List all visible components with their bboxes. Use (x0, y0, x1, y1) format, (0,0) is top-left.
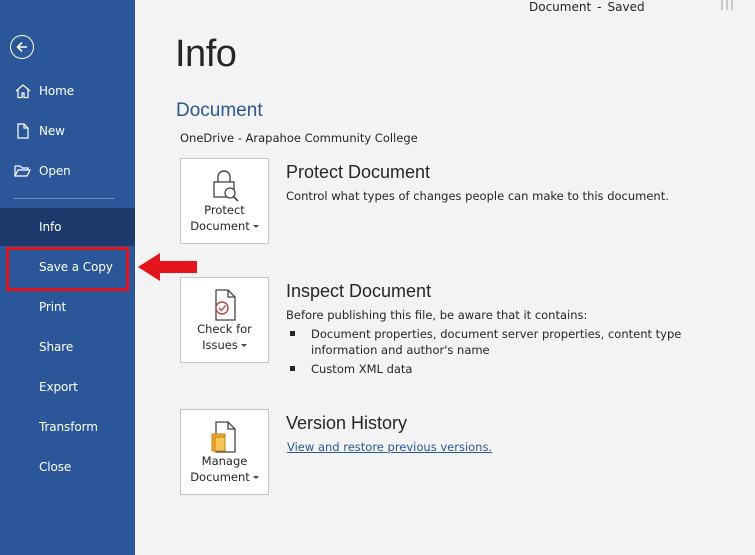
sidebar-item-label: Close (39, 460, 72, 474)
list-item: Document properties, document server pro… (290, 326, 745, 358)
document-name: Document (529, 0, 592, 14)
sidebar-item-label: Export (39, 380, 78, 394)
save-status: Saved (607, 0, 645, 14)
tile-label-dropdown: Document (181, 219, 268, 234)
sidebar-item-label: Open (39, 164, 71, 178)
sidebar-item-new[interactable]: New (0, 112, 135, 150)
sidebar-item-print[interactable]: Print (0, 288, 135, 326)
sidebar-item-info[interactable]: Info (0, 208, 135, 246)
document-location: OneDrive - Arapahoe Community College (180, 131, 418, 145)
manage-document-icon (210, 420, 240, 454)
home-icon (14, 83, 32, 99)
sidebar-item-home[interactable]: Home (0, 72, 135, 110)
protect-document-button[interactable]: Protect Document (180, 158, 269, 244)
sidebar-item-share[interactable]: Share (0, 328, 135, 366)
sidebar-item-label: New (39, 124, 65, 138)
sidebar-item-label: Share (39, 340, 74, 354)
sidebar-divider (14, 198, 114, 199)
tile-label-dropdown: Issues (181, 338, 268, 353)
ribbon-grip-icon (721, 0, 737, 10)
bullet-icon (290, 366, 295, 371)
sidebar-item-open[interactable]: Open (0, 152, 135, 190)
sidebar-item-label: Home (39, 84, 75, 98)
bullet-icon (290, 331, 295, 336)
highlight-box (6, 247, 129, 291)
titlebar-separator: - (597, 0, 602, 14)
tile-label: Protect (204, 203, 245, 217)
list-item: Custom XML data (290, 361, 745, 377)
caret-down-icon (252, 476, 259, 479)
section-title: Inspect Document (286, 281, 432, 301)
section-description: Control what types of changes people can… (286, 189, 669, 203)
sidebar-item-label: Transform (39, 420, 98, 434)
sidebar-item-export[interactable]: Export (0, 368, 135, 406)
tile-label: Issues (202, 338, 238, 352)
caret-down-icon (252, 225, 259, 228)
sidebar-item-label: Print (39, 300, 67, 314)
titlebar-status: Document - Saved (529, 0, 645, 14)
section-description: Before publishing this file, be aware th… (286, 308, 588, 322)
sidebar-item-label: Info (39, 220, 62, 234)
tile-label: Manage (201, 454, 248, 468)
tile-label: Document (190, 219, 250, 233)
section-title: Protect Document (286, 162, 431, 182)
back-arrow-icon[interactable] (10, 35, 34, 59)
caret-down-icon (240, 344, 247, 347)
section-title: Version History (286, 413, 408, 433)
inspect-document-icon (210, 288, 240, 322)
tile-label-dropdown: Document (181, 470, 268, 485)
sidebar-item-transform[interactable]: Transform (0, 408, 135, 446)
tile-label: Document (190, 470, 250, 484)
document-heading: Document (176, 100, 263, 121)
sidebar-item-close[interactable]: Close (0, 448, 135, 486)
page-title: Info (175, 33, 237, 75)
lock-search-icon (210, 169, 240, 203)
view-previous-versions-link[interactable]: View and restore previous versions. (287, 440, 492, 454)
new-document-icon (14, 123, 32, 139)
manage-document-button[interactable]: Manage Document (180, 409, 269, 495)
check-for-issues-button[interactable]: Check for Issues (180, 277, 269, 363)
tile-label: Check for (197, 322, 252, 336)
folder-open-icon (14, 163, 32, 179)
